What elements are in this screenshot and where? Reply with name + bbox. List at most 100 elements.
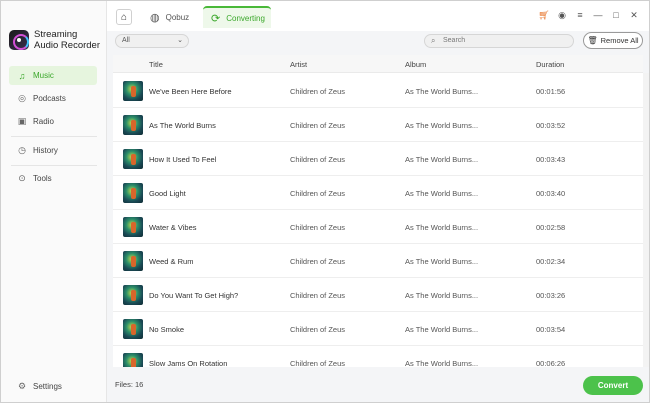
search-input[interactable]: ⌕ Search: [424, 34, 574, 48]
album-art: [123, 183, 143, 203]
globe-icon: ◍: [150, 11, 160, 24]
sidebar-item-settings[interactable]: ⚙ Settings: [9, 377, 97, 396]
top-bar: ⌂ ◍ Qobuz ⟳ Converting 🛒︎ ◉ ≡ — □ ✕: [107, 1, 649, 31]
table-row[interactable]: Weed & Rum Children of Zeus As The World…: [113, 244, 643, 278]
menu-icon[interactable]: ≡: [571, 10, 589, 21]
trash-icon: 🗑︎: [587, 36, 598, 45]
minimize-icon[interactable]: —: [589, 10, 607, 21]
track-duration: 00:02:58: [536, 223, 566, 232]
track-album: As The World Burns...: [405, 87, 479, 96]
sidebar-item-radio[interactable]: ▣ Radio: [9, 112, 97, 131]
tab-label: Qobuz: [165, 12, 190, 22]
convert-button[interactable]: Convert: [583, 376, 643, 395]
table-row[interactable]: Good Light Children of Zeus As The World…: [113, 176, 643, 210]
track-duration: 00:03:43: [536, 155, 566, 164]
table-row[interactable]: We've Been Here Before Children of Zeus …: [113, 74, 643, 108]
column-header-duration[interactable]: Duration: [536, 60, 564, 69]
track-table: Title Artist Album Duration We've Been H…: [113, 55, 643, 367]
sidebar-item-label: Podcasts: [33, 94, 66, 103]
convert-label: Convert: [597, 381, 629, 390]
table-row[interactable]: Do You Want To Get High? Children of Zeu…: [113, 278, 643, 312]
table-row[interactable]: Slow Jams On Rotation Children of Zeus A…: [113, 346, 643, 367]
track-duration: 00:06:26: [536, 359, 566, 367]
track-artist: Children of Zeus: [290, 121, 346, 130]
track-title: Good Light: [149, 189, 186, 198]
table-row[interactable]: Water & Vibes Children of Zeus As The Wo…: [113, 210, 643, 244]
track-duration: 00:03:52: [536, 121, 566, 130]
track-artist: Children of Zeus: [290, 87, 346, 96]
track-title: We've Been Here Before: [149, 87, 232, 96]
track-album: As The World Burns...: [405, 359, 479, 367]
remove-all-button[interactable]: 🗑︎ Remove All: [583, 32, 643, 49]
album-art: [123, 115, 143, 135]
sidebar-item-label: Music: [33, 71, 54, 80]
table-row[interactable]: No Smoke Children of Zeus As The World B…: [113, 312, 643, 346]
radio-icon: ▣: [17, 116, 27, 126]
track-artist: Children of Zeus: [290, 257, 346, 266]
album-art: [123, 217, 143, 237]
search-icon: ⌕: [431, 36, 436, 45]
track-title: Weed & Rum: [149, 257, 194, 266]
close-icon[interactable]: ✕: [625, 10, 643, 21]
track-title: How It Used To Feel: [149, 155, 217, 164]
home-icon: ⌂: [120, 11, 128, 23]
table-row[interactable]: As The World Burns Children of Zeus As T…: [113, 108, 643, 142]
tab-label: Converting: [226, 13, 265, 23]
brand: Streaming Audio Recorder: [9, 29, 100, 51]
files-count: Files: 16: [115, 380, 144, 389]
footer: Files: 16 Convert: [107, 367, 649, 402]
tools-icon: ⊙: [18, 173, 26, 183]
track-album: As The World Burns...: [405, 155, 479, 164]
home-button[interactable]: ⌂: [116, 9, 132, 25]
sidebar-item-history[interactable]: ◷ History: [9, 141, 97, 160]
maximize-icon[interactable]: □: [607, 10, 625, 21]
sidebar-item-podcasts[interactable]: ◎ Podcasts: [9, 89, 97, 108]
sidebar-item-tools[interactable]: ⊙ Tools: [9, 169, 97, 188]
sidebar-item-music[interactable]: ♫ Music: [9, 66, 97, 85]
sidebar-item-label: Tools: [33, 174, 52, 183]
track-artist: Children of Zeus: [290, 155, 346, 164]
sidebar-item-label: Radio: [33, 117, 54, 126]
album-art: [123, 81, 143, 101]
track-title: As The World Burns: [149, 121, 216, 130]
table-scrollbar[interactable]: [643, 73, 649, 367]
track-album: As The World Burns...: [405, 325, 479, 334]
track-duration: 00:03:26: [536, 291, 566, 300]
album-art: [123, 251, 143, 271]
track-album: As The World Burns...: [405, 291, 479, 300]
album-art: [123, 149, 143, 169]
filter-value: All: [122, 37, 130, 44]
column-header-album[interactable]: Album: [405, 60, 426, 69]
chevron-down-icon: ⌄: [177, 37, 183, 44]
app-name-line2: Audio Recorder: [34, 40, 101, 51]
sidebar-item-label: Settings: [33, 382, 62, 391]
column-header-artist[interactable]: Artist: [290, 60, 307, 69]
filter-select[interactable]: All ⌄: [115, 34, 189, 48]
sidebar-divider: [11, 136, 97, 137]
tab-converting[interactable]: ⟳ Converting: [203, 6, 271, 28]
remove-all-label: Remove All: [600, 36, 639, 45]
refresh-icon: ⟳: [211, 12, 221, 25]
toolbar: All ⌄ ⌕ Search 🗑︎ Remove All: [107, 31, 649, 55]
album-art: [123, 353, 143, 367]
track-title: Slow Jams On Rotation: [149, 359, 228, 367]
track-album: As The World Burns...: [405, 189, 479, 198]
app-name-line1: Streaming: [34, 29, 78, 40]
column-header-title[interactable]: Title: [149, 60, 163, 69]
app-window: Streaming Audio Recorder ♫ Music ◎ Podca…: [0, 0, 650, 403]
track-title: Do You Want To Get High?: [149, 291, 239, 300]
tab-qobuz[interactable]: ◍ Qobuz: [142, 6, 200, 28]
track-artist: Children of Zeus: [290, 223, 346, 232]
music-note-icon: ♫: [18, 70, 26, 81]
track-artist: Children of Zeus: [290, 359, 346, 367]
account-icon[interactable]: ◉: [553, 10, 571, 21]
track-artist: Children of Zeus: [290, 325, 346, 334]
album-art: [123, 285, 143, 305]
track-title: No Smoke: [149, 325, 185, 334]
table-row[interactable]: How It Used To Feel Children of Zeus As …: [113, 142, 643, 176]
podcast-icon: ◎: [18, 93, 26, 103]
cart-icon[interactable]: 🛒︎: [535, 10, 553, 21]
table-header: Title Artist Album Duration: [113, 55, 643, 73]
track-artist: Children of Zeus: [290, 291, 346, 300]
search-placeholder: Search: [443, 37, 466, 44]
